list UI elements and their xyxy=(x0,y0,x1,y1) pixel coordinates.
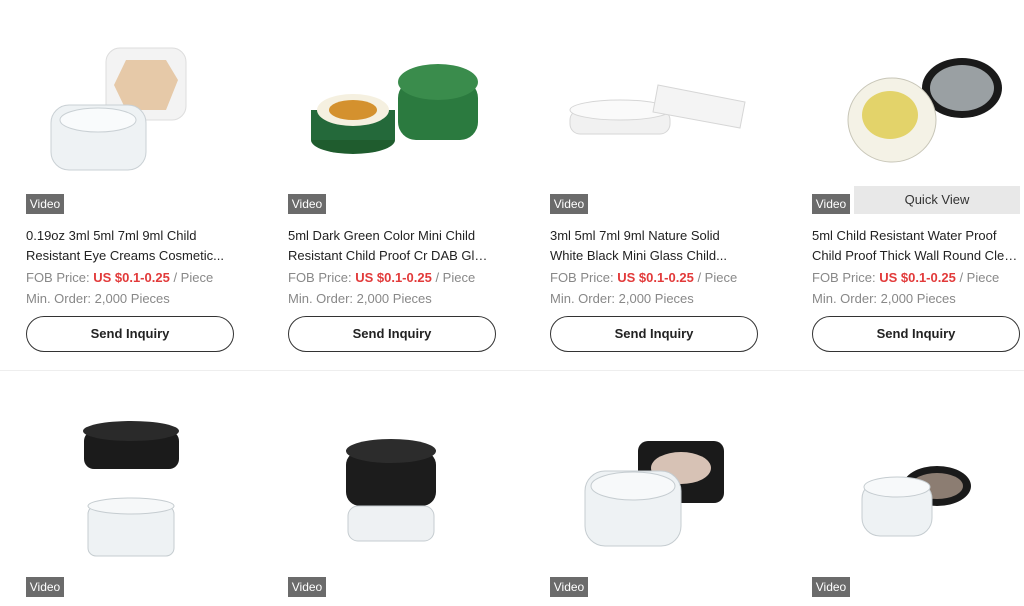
video-badge[interactable]: Video xyxy=(288,577,326,597)
product-card[interactable]: Video 3ml 5ml 7ml 9ml Nature Solid White… xyxy=(524,0,786,370)
video-badge[interactable]: Video xyxy=(26,577,64,597)
send-inquiry-button[interactable]: Send Inquiry xyxy=(288,316,496,352)
clear-jar-black-cap-icon[interactable] xyxy=(26,411,236,571)
product-title[interactable]: 3ml 5ml 7ml 9ml Nature Solid White Black… xyxy=(550,226,756,266)
product-card[interactable]: Video xyxy=(262,371,524,606)
send-inquiry-button[interactable]: Send Inquiry xyxy=(812,316,1020,352)
product-card[interactable]: Video xyxy=(524,371,786,606)
square-jar-black-lid-icon[interactable] xyxy=(550,426,760,576)
product-title[interactable]: 5ml Dark Green Color Mini Child Resistan… xyxy=(288,226,494,266)
clear-square-jar-with-beige-lid-icon[interactable] xyxy=(26,30,236,180)
video-badge[interactable]: Video xyxy=(288,194,326,214)
product-grid: Video 0.19oz 3ml 5ml 7ml 9ml Child Resis… xyxy=(0,0,1024,606)
video-badge[interactable]: Video xyxy=(550,577,588,597)
product-card[interactable]: Video Quick View 5ml Child Resistant Wat… xyxy=(786,0,1024,370)
quick-view-overlay: Quick View xyxy=(812,186,1020,214)
product-card[interactable]: Video 0.19oz 3ml 5ml 7ml 9ml Child Resis… xyxy=(0,0,262,370)
product-card[interactable]: Video xyxy=(786,371,1024,606)
send-inquiry-button[interactable]: Send Inquiry xyxy=(26,316,234,352)
product-card[interactable]: Video 5ml Dark Green Color Mini Child Re… xyxy=(262,0,524,370)
black-cap-glass-jar-icon[interactable] xyxy=(288,421,498,571)
fob-price: FOB Price: US $0.1-0.25 / Piece xyxy=(288,270,476,285)
min-order: Min. Order: 2,000 Pieces xyxy=(288,291,432,306)
round-glass-jar-black-lid-icon[interactable] xyxy=(812,30,1022,180)
video-badge[interactable]: Video xyxy=(26,194,64,214)
min-order: Min. Order: 2,000 Pieces xyxy=(26,291,170,306)
white-flat-jar-icon[interactable] xyxy=(550,30,760,180)
small-jar-black-lid-icon[interactable] xyxy=(812,451,1022,571)
fob-price: FOB Price: US $0.1-0.25 / Piece xyxy=(812,270,1000,285)
fob-price: FOB Price: US $0.1-0.25 / Piece xyxy=(26,270,214,285)
video-badge[interactable]: Video xyxy=(550,194,588,214)
send-inquiry-button[interactable]: Send Inquiry xyxy=(550,316,758,352)
min-order: Min. Order: 2,000 Pieces xyxy=(550,291,694,306)
product-card[interactable]: Video xyxy=(0,371,262,606)
fob-price: FOB Price: US $0.1-0.25 / Piece xyxy=(550,270,738,285)
product-title[interactable]: 0.19oz 3ml 5ml 7ml 9ml Child Resistant E… xyxy=(26,226,232,266)
green-jar-with-lid-icon[interactable] xyxy=(288,30,498,180)
product-title[interactable]: 5ml Child Resistant Water Proof Child Pr… xyxy=(812,226,1020,266)
min-order: Min. Order: 2,000 Pieces xyxy=(812,291,956,306)
video-badge[interactable]: Video xyxy=(812,577,850,597)
quick-view-button[interactable]: Quick View xyxy=(854,186,1020,214)
